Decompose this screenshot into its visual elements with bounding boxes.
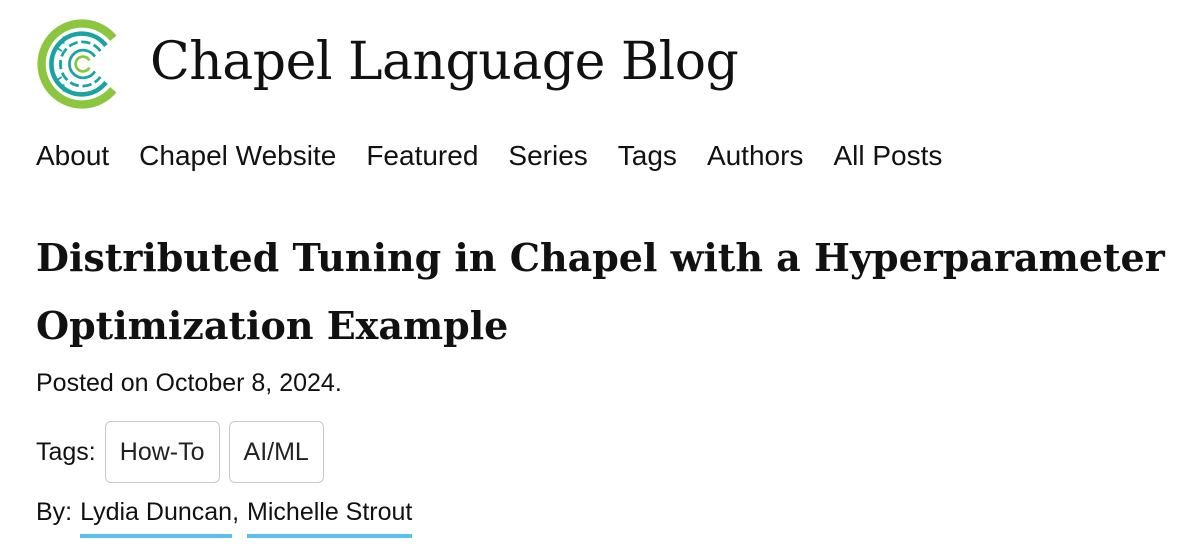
- tag-how-to[interactable]: How-To: [104, 421, 220, 483]
- nav-item-featured[interactable]: Featured: [366, 136, 478, 176]
- post-tags: Tags: How-To AI/ML: [36, 420, 324, 484]
- chapel-logo-icon[interactable]: [36, 18, 128, 110]
- post-title: Distributed Tuning in Chapel with a Hype…: [36, 235, 1165, 348]
- nav-item-about[interactable]: About: [36, 136, 109, 176]
- post-authors: By: Lydia Duncan , Michelle Strout: [36, 494, 413, 538]
- site-title-link[interactable]: Chapel Language Blog: [150, 32, 739, 92]
- tags-label: Tags:: [36, 437, 96, 466]
- tag-ai-ml[interactable]: AI/ML: [228, 421, 324, 483]
- author-link-lydia-duncan[interactable]: Lydia Duncan: [80, 494, 233, 538]
- post-date: Posted on October 8, 2024.: [36, 369, 342, 397]
- author-separator: ,: [232, 498, 240, 526]
- site-header: Chapel Language Blog: [36, 18, 1136, 118]
- nav-item-series[interactable]: Series: [508, 136, 587, 176]
- by-label: By:: [36, 498, 73, 526]
- nav-item-authors[interactable]: Authors: [707, 136, 804, 176]
- author-link-michelle-strout[interactable]: Michelle Strout: [247, 494, 413, 538]
- nav-item-chapel-website[interactable]: Chapel Website: [139, 136, 336, 176]
- nav-item-all-posts[interactable]: All Posts: [833, 136, 942, 176]
- main-nav: About Chapel Website Featured Series Tag…: [36, 136, 942, 176]
- nav-item-tags[interactable]: Tags: [618, 136, 677, 176]
